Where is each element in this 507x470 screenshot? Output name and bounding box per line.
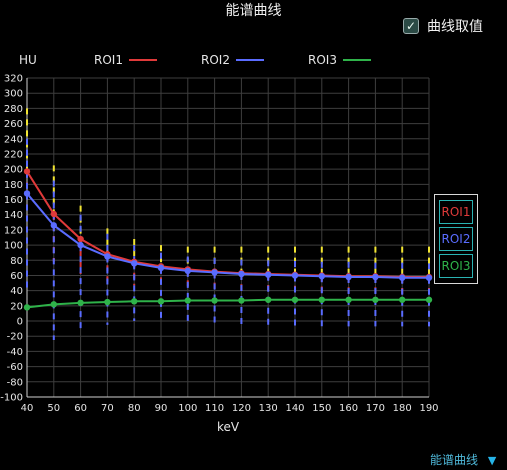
x-tick-label: 40 [21, 403, 34, 414]
data-point-roi2 [131, 260, 138, 267]
x-tick-label: 100 [178, 403, 197, 414]
data-point-roi2 [399, 274, 406, 281]
data-point-roi1 [77, 235, 84, 243]
data-point-roi3 [50, 301, 57, 308]
y-tick-label: 240 [4, 134, 23, 145]
y-tick-label: 0 [17, 317, 23, 328]
x-tick-label: 110 [205, 403, 224, 414]
y-tick-label: -80 [7, 377, 23, 388]
series-line-roi2 [26, 192, 429, 279]
data-point-roi1 [23, 168, 31, 175]
data-point-roi3 [104, 298, 111, 306]
data-point-roi2 [211, 269, 218, 276]
y-tick-label: 280 [4, 104, 23, 115]
x-tick-label: 170 [366, 403, 385, 414]
x-tick-label: 50 [47, 403, 60, 414]
data-point-roi2 [425, 274, 433, 281]
y-tick-label: 180 [4, 180, 23, 191]
data-point-roi3 [399, 296, 406, 303]
data-point-roi2 [372, 273, 379, 281]
data-point-roi2 [238, 270, 245, 278]
data-point-roi3 [318, 296, 325, 303]
x-tick-label: 70 [101, 403, 114, 414]
y-tick-label: -60 [7, 362, 23, 373]
data-point-roi3 [131, 298, 138, 305]
y-tick-label: -20 [7, 332, 23, 343]
data-point-roi3 [184, 297, 191, 304]
x-tick-label: 130 [259, 403, 278, 414]
y-tick-label: 80 [10, 256, 23, 267]
series-line-roi1 [26, 170, 429, 278]
x-tick-label: 190 [419, 403, 438, 414]
data-point-roi2 [104, 253, 111, 260]
roi2-button[interactable]: ROI2 [439, 227, 473, 251]
data-point-roi2 [318, 273, 325, 280]
x-tick-label: 120 [232, 403, 251, 414]
y-tick-label: 20 [10, 301, 23, 312]
y-tick-label: 100 [4, 241, 23, 252]
data-point-roi2 [345, 273, 352, 281]
x-tick-label: 180 [393, 403, 412, 414]
x-tick-label: 160 [339, 403, 358, 414]
x-tick-label: 90 [155, 403, 168, 414]
x-tick-label: 150 [312, 403, 331, 414]
y-tick-label: 120 [4, 225, 23, 236]
data-point-roi3 [291, 296, 299, 303]
y-tick-label: -100 [0, 393, 23, 404]
y-tick-label: 60 [10, 271, 23, 282]
data-point-roi3 [425, 296, 433, 303]
roi-selector-panel: ROI1 ROI2 ROI3 [434, 194, 478, 284]
data-point-roi3 [23, 304, 31, 311]
data-point-roi2 [23, 190, 31, 197]
roi3-button[interactable]: ROI3 [439, 254, 473, 278]
data-point-roi2 [50, 222, 57, 229]
data-point-roi3 [265, 296, 272, 303]
dropdown-arrow-icon: ▼ [487, 454, 497, 467]
dropdown-label: 能谱曲线 [430, 453, 479, 467]
data-point-roi2 [265, 271, 272, 278]
data-point-roi3 [345, 296, 352, 303]
data-point-roi2 [77, 241, 84, 249]
x-tick-label: 60 [74, 403, 87, 414]
data-point-roi3 [372, 296, 379, 303]
x-tick-label: 80 [128, 403, 141, 414]
data-point-roi3 [211, 297, 218, 304]
spectral-chart: -100 -80 -60 -40 -20 0 20 40 60 80 100 120 140 160 180… [0, 74, 438, 435]
data-point-roi3 [157, 298, 165, 305]
x-tick-label: 140 [285, 403, 304, 414]
y-tick-label: -40 [7, 347, 23, 358]
y-tick-label: 320 [4, 74, 23, 85]
roi1-button[interactable]: ROI1 [439, 200, 473, 224]
data-point-roi2 [157, 264, 165, 272]
y-tick-label: 200 [4, 165, 23, 176]
spectral-curve-dropdown[interactable]: 能谱曲线 ▼ [430, 451, 496, 468]
y-tick-label: 260 [4, 119, 23, 130]
y-tick-label: 220 [4, 149, 23, 160]
data-point-roi1 [50, 210, 57, 218]
data-point-roi2 [184, 267, 191, 275]
data-point-roi3 [238, 297, 245, 304]
y-tick-label: 140 [4, 210, 23, 221]
y-tick-label: 160 [4, 195, 23, 206]
x-axis-label: keV [217, 420, 240, 434]
y-tick-label: 300 [4, 89, 23, 100]
data-point-roi2 [291, 272, 299, 279]
data-point-roi3 [77, 299, 84, 307]
y-tick-label: 40 [10, 286, 23, 297]
